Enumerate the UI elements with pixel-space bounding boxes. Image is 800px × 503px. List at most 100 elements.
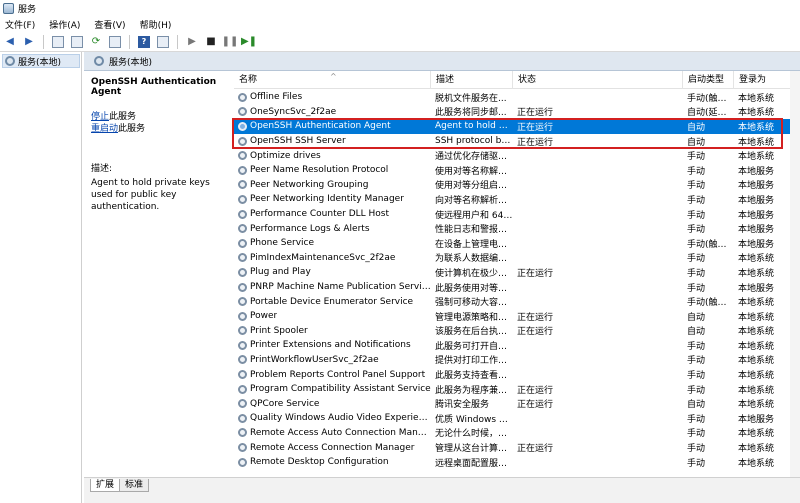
table-row[interactable]: OpenSSH SSH Server SSH protocol ba... 正在运行… bbox=[234, 134, 800, 149]
tab-standard[interactable]: 标准 bbox=[119, 479, 150, 492]
service-startup-type: 手动(触发... bbox=[687, 239, 734, 250]
table-row[interactable]: Peer Name Resolution Protocol 使用对等名称解析...… bbox=[234, 163, 800, 178]
restart-service-link[interactable]: 重启动 bbox=[91, 124, 118, 134]
table-row[interactable]: Quality Windows Audio Video Experience 优质… bbox=[234, 411, 800, 426]
service-startup-type: 手动 bbox=[687, 152, 706, 163]
service-logon: 本地系统 bbox=[738, 137, 775, 148]
service-name-cell: Plug and Play bbox=[234, 267, 431, 277]
view-button[interactable] bbox=[155, 34, 171, 50]
service-name: Program Compatibility Assistant Service bbox=[250, 384, 431, 395]
table-row[interactable]: Print Spooler 该服务在后台执行... 正在运行 自动 本地系统 bbox=[234, 324, 800, 339]
stop-service-link[interactable]: 停止 bbox=[91, 112, 109, 122]
service-logon: 本地服务 bbox=[738, 166, 775, 177]
properties-button[interactable] bbox=[69, 34, 85, 50]
table-row[interactable]: Optimize drives 通过优化存储驱动... 手动 本地系统 bbox=[234, 148, 800, 163]
service-startup-type: 自动(延迟... bbox=[687, 108, 734, 119]
properties-icon bbox=[71, 35, 83, 48]
service-description: 此服务为程序兼容... bbox=[435, 385, 513, 396]
show-hide-tree-button[interactable] bbox=[50, 34, 66, 50]
arrow-left-icon[interactable]: ◀ bbox=[2, 34, 18, 50]
table-row[interactable]: Remote Access Auto Connection Manager 无论什… bbox=[234, 426, 800, 441]
restart-icon[interactable]: ▶❚ bbox=[241, 34, 257, 50]
service-logon: 本地系统 bbox=[738, 254, 775, 265]
stop-icon[interactable]: ■ bbox=[203, 34, 219, 50]
play-icon[interactable]: ▶ bbox=[184, 34, 200, 50]
column-header-logon[interactable]: 登录为 bbox=[734, 71, 794, 89]
table-row[interactable]: Problem Reports Control Panel Support 此服务… bbox=[234, 367, 800, 382]
header-title: 服务(本地) bbox=[109, 57, 153, 68]
gear-icon bbox=[238, 340, 247, 350]
column-header-description[interactable]: 描述 bbox=[431, 71, 513, 89]
menu-action[interactable]: 操作(A) bbox=[49, 18, 80, 31]
toolbar: ◀ ▶ ⟳ ? ▶ ■ ❚❚ ▶❚ bbox=[0, 32, 800, 52]
refresh-button[interactable]: ⟳ bbox=[88, 34, 104, 50]
service-name: Plug and Play bbox=[250, 267, 311, 278]
service-startup-type: 手动 bbox=[687, 225, 706, 236]
gear-icon bbox=[238, 457, 247, 467]
arrow-right-icon[interactable]: ▶ bbox=[21, 34, 37, 50]
table-row[interactable]: Peer Networking Grouping 使用对等分组启用... 手动 本地服… bbox=[234, 178, 800, 193]
pause-icon[interactable]: ❚❚ bbox=[222, 34, 239, 50]
service-status: 正在运行 bbox=[517, 122, 554, 133]
export-list-button[interactable] bbox=[107, 34, 123, 50]
table-row[interactable]: Remote Desktop Configuration 远程桌面配置服务... 手… bbox=[234, 455, 800, 470]
service-logon: 本地系统 bbox=[738, 312, 775, 323]
help-icon: ? bbox=[138, 35, 150, 48]
service-logon: 本地系统 bbox=[738, 429, 775, 440]
table-row[interactable]: OneSyncSvc_2f2ae 此服务将同步邮... 正在运行 自动(延迟... 本地… bbox=[234, 105, 800, 120]
service-description: 使计算机在极少或... bbox=[435, 268, 513, 279]
service-name-cell: Remote Access Connection Manager bbox=[234, 443, 431, 453]
description-pane: OpenSSH Authentication Agent 停止此服务 重启动此服… bbox=[84, 71, 232, 477]
table-row[interactable]: Printer Extensions and Notifications 此服务可… bbox=[234, 338, 800, 353]
table-row[interactable]: Phone Service 在设备上管理电话... 手动(触发... 本地服务 bbox=[234, 236, 800, 251]
column-header-name[interactable]: 名称 ^ bbox=[234, 71, 431, 89]
service-name-cell: Portable Device Enumerator Service bbox=[234, 297, 431, 307]
menu-view[interactable]: 查看(V) bbox=[94, 18, 125, 31]
table-row[interactable]: PNRP Machine Name Publication Service 此服务… bbox=[234, 280, 800, 295]
tree-item-services-local[interactable]: 服务(本地) bbox=[2, 54, 80, 68]
table-row[interactable]: PrintWorkflowUserSvc_2f2ae 提供对打印工作流... 手动 本… bbox=[234, 353, 800, 368]
gear-icon bbox=[238, 399, 247, 409]
help-button[interactable]: ? bbox=[136, 34, 152, 50]
menu-help[interactable]: 帮助(H) bbox=[140, 18, 172, 31]
service-name: QPCore Service bbox=[250, 398, 320, 409]
column-header-startup-type[interactable]: 启动类型 bbox=[683, 71, 734, 89]
service-name-cell: Optimize drives bbox=[234, 151, 431, 161]
menu-file[interactable]: 文件(F) bbox=[5, 18, 35, 31]
service-name: Remote Desktop Configuration bbox=[250, 457, 389, 468]
table-row[interactable]: Performance Counter DLL Host 使远程用户和 64 ..… bbox=[234, 207, 800, 222]
service-description: 管理从这台计算机... bbox=[435, 444, 513, 455]
tab-extended[interactable]: 扩展 bbox=[90, 479, 121, 492]
gear-icon bbox=[238, 107, 247, 117]
service-description: 使远程用户和 64 ... bbox=[435, 210, 513, 221]
table-row[interactable]: Performance Logs & Alerts 性能日志和警报根... 手动 本地… bbox=[234, 221, 800, 236]
gear-icon bbox=[238, 209, 247, 219]
table-row[interactable]: Power 管理电源策略和电... 正在运行 自动 本地系统 bbox=[234, 309, 800, 324]
service-name: PNRP Machine Name Publication Service bbox=[250, 282, 431, 293]
gear-icon bbox=[238, 355, 247, 365]
service-startup-type: 手动 bbox=[687, 166, 706, 177]
table-row[interactable]: Portable Device Enumerator Service 强制可移动大… bbox=[234, 294, 800, 309]
service-startup-type: 手动 bbox=[687, 414, 706, 425]
table-row[interactable]: Remote Access Connection Manager 管理从这台计算机… bbox=[234, 440, 800, 455]
service-logon: 本地系统 bbox=[738, 385, 775, 396]
table-row[interactable]: Plug and Play 使计算机在极少或... 正在运行 手动 本地系统 bbox=[234, 265, 800, 280]
table-row[interactable]: PimIndexMaintenanceSvc_2f2ae 为联系人数据编制... 手… bbox=[234, 251, 800, 266]
service-logon: 本地系统 bbox=[738, 356, 775, 367]
service-startup-type: 手动 bbox=[687, 444, 706, 455]
service-name-cell: OneSyncSvc_2f2ae bbox=[234, 107, 431, 117]
table-row[interactable]: Peer Networking Identity Manager 向对等名称解析协… bbox=[234, 192, 800, 207]
vertical-scrollbar[interactable] bbox=[790, 71, 800, 477]
service-name-cell: OpenSSH SSH Server bbox=[234, 136, 431, 146]
service-name-cell: Power bbox=[234, 311, 431, 321]
service-name: Printer Extensions and Notifications bbox=[250, 340, 411, 351]
table-row[interactable]: OpenSSH Authentication Agent Agent to hol… bbox=[234, 119, 800, 134]
stop-action: 停止此服务 bbox=[91, 111, 232, 123]
toolbar-separator bbox=[129, 34, 130, 49]
column-header-status[interactable]: 状态 bbox=[513, 71, 683, 89]
gear-icon bbox=[238, 253, 247, 263]
table-row[interactable]: QPCore Service 腾讯安全服务 正在运行 自动 本地系统 bbox=[234, 396, 800, 411]
table-row[interactable]: Offline Files 脱机文件服务在... 手动(触发... 本地系统 bbox=[234, 90, 800, 105]
table-row[interactable]: Program Compatibility Assistant Service 此… bbox=[234, 382, 800, 397]
toolbar-separator bbox=[177, 34, 178, 49]
